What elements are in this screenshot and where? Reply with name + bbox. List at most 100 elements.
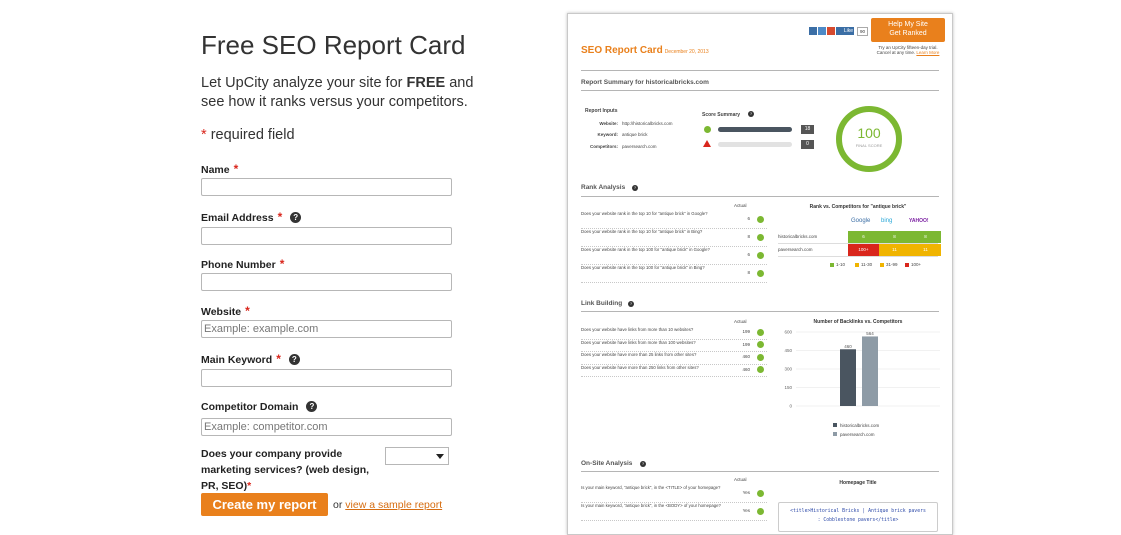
rank-table-cell: 11 [910,244,941,256]
rank-table-cell: 8 [879,231,910,243]
final-score-value: 100 [857,125,881,141]
required-text: required field [210,127,295,143]
keyword-input-value: antique brick [622,132,648,137]
help-icon: ? [632,185,638,191]
backlink-bar [862,336,878,406]
get-ranked-button: Help My Site Get Ranked [871,18,945,42]
legend-label: paversearch.com [840,432,875,437]
divider [581,311,939,312]
legend-label: 100+ [911,262,922,267]
help-icon[interactable]: ? [290,212,302,223]
backlinks-chart: 600 450 300 150 0 460 historicalbricks.com 564 p… [784,330,940,437]
y-tick-label: 0 [789,404,792,409]
actual-column-header: Actual [734,477,747,482]
question-text: Does your website rank in the top 10 for… [581,211,708,216]
create-report-button[interactable]: Create my report [201,493,328,516]
rank-table-cell: 100+ [848,244,879,256]
homepage-title-code: <title>Historical Bricks | Antique brick… [778,502,938,532]
name-field[interactable] [201,178,452,196]
intro-text: Let UpCity analyze your site for FREE an… [201,74,491,112]
marketing-select[interactable] [385,447,449,465]
question-row: Does your website have links from more t… [581,339,767,352]
check-icon [757,251,764,259]
question-row: Does your website rank in the top 100 fo… [581,264,767,283]
facebook-like-button: Like [836,27,854,35]
website-label-text: Website [201,306,242,318]
email-field[interactable] [201,227,452,245]
website-input-label: Website: [599,121,618,126]
check-icon [757,507,764,515]
question-row: Does your website rank in the top 100 fo… [581,246,767,265]
sample-report-link[interactable]: view a sample report [345,499,442,511]
competitors-input-value: paversearch.com [622,144,657,149]
check-icon [757,269,764,277]
y-tick-label: 300 [784,367,792,372]
name-label: Name * [201,162,238,176]
question-row: Does your website rank in the top 10 for… [581,228,767,247]
email-label: Email Address *? [201,210,302,224]
rank-table-cell: 8 [910,231,941,243]
intro-text-part: Let UpCity analyze your site for [201,75,407,91]
website-field[interactable] [201,320,452,338]
legend-swatch [833,432,837,436]
bar-value-label: 460 [844,344,852,349]
question-value: Yes [742,508,750,513]
question-row: Does your website have links from more t… [581,326,767,340]
rank-table-site: paversearch.com [778,247,813,252]
learn-more-link: Learn More [916,50,940,55]
final-score-label: FINAL SCORE [855,143,883,148]
question-value: 199 [742,341,750,347]
trial-text: Cancel at any time. [876,50,916,55]
question-row: Does your website rank in the top 10 for… [581,210,767,229]
help-icon[interactable]: ? [306,401,318,412]
yahoo-logo: YAHOO! [909,218,929,224]
homepage-title-label: Homepage Title [839,480,877,486]
required-star: * [247,480,252,492]
required-star: * [276,352,281,366]
question-value: 8 [747,270,750,275]
fail-count: 0 [801,140,814,149]
divider [581,90,939,91]
competitor-field[interactable] [201,418,452,436]
check-icon [757,215,764,223]
divider [581,471,939,472]
cta-line: Get Ranked [889,29,927,37]
sample-report-card: Like 90 Help My Site Get Ranked Try an Up… [567,13,953,535]
help-icon[interactable]: ? [288,354,300,365]
trial-note: Try an UpCity fifteen-day trial. Cancel … [871,45,945,55]
final-score-circle: 100 FINAL SCORE [836,106,902,172]
legend-swatch [880,263,884,267]
link-heading: Link Building [581,300,623,307]
check-icon [757,489,764,497]
backlinks-chart-title: Number of Backlinks vs. Competitors [813,319,903,325]
competitor-label-text: Competitor Domain [201,401,299,413]
legend-label: 1-10 [836,262,846,267]
check-icon [757,353,764,361]
question-text: Is your main keyword, "antique brick", i… [581,485,721,490]
or-text: or [333,499,343,511]
rank-table-cell: 11 [879,244,910,256]
keyword-label: Main Keyword *? [201,352,300,366]
question-text: Does your website have more than 250 lin… [581,364,699,370]
legend-label: 11-30 [861,262,873,267]
website-label: Website * [201,304,250,318]
linkedin-icon [818,27,826,35]
phone-field[interactable] [201,273,452,291]
help-icon: ? [628,301,634,307]
check-icon [757,341,764,349]
rank-heading: Rank Analysis [581,184,626,191]
question-value: 460 [742,354,750,360]
keyword-label-text: Main Keyword [201,354,273,366]
y-tick-label: 150 [784,385,792,390]
competitor-label: Competitor Domain? [201,401,318,413]
intro-bold: FREE [406,75,446,91]
keyword-field[interactable] [201,369,452,387]
question-row: Does your website have more than 25 link… [581,351,767,365]
question-text: Does your website have links from more t… [581,327,694,332]
cta-line: Help My Site [888,21,928,28]
score-summary-label: Score Summary [702,112,741,118]
question-text: Does your website rank in the top 100 fo… [581,247,710,252]
page-title: Free SEO Report Card [201,30,466,60]
check-icon [757,366,764,374]
question-text: Does your website rank in the top 10 for… [581,229,703,234]
